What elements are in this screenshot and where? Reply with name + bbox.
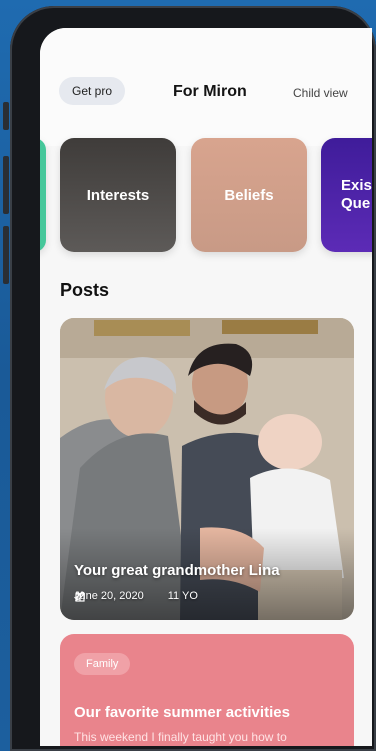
app-screen: Get pro For Miron Child view Interests B… xyxy=(40,28,372,746)
post-title: Our favorite summer activities xyxy=(74,704,290,721)
side-button-2 xyxy=(3,156,9,214)
phone-frame: Get pro For Miron Child view Interests B… xyxy=(10,6,376,751)
category-label: Exist Que xyxy=(341,177,372,212)
side-button-3 xyxy=(3,226,9,284)
post-title: Your great grandmother Lina xyxy=(74,562,280,579)
gift-icon xyxy=(75,591,85,602)
post-meta: June 20, 2020 11 YO xyxy=(74,590,198,602)
category-label: Beliefs xyxy=(224,186,274,204)
posts-heading: Posts xyxy=(60,280,110,300)
post-age: 11 YO xyxy=(167,590,198,602)
post-card-family[interactable]: Family Our favorite summer activities Th… xyxy=(60,634,354,746)
post-tag-badge: Family xyxy=(74,653,131,675)
category-card-beliefs[interactable]: Beliefs xyxy=(191,138,307,252)
category-card-partial[interactable] xyxy=(40,138,46,252)
category-card-interests[interactable]: Interests xyxy=(60,138,176,252)
category-label: Interests xyxy=(86,186,150,204)
get-pro-button[interactable]: Get pro xyxy=(59,77,125,105)
post-excerpt: This weekend I finally taught you how to xyxy=(74,730,287,744)
category-card-existential[interactable]: Exist Que xyxy=(321,138,372,252)
page-title: For Miron xyxy=(173,83,247,100)
child-view-button[interactable]: Child view xyxy=(293,86,348,100)
post-card-photo[interactable]: Your great grandmother Lina June 20, 202… xyxy=(60,318,354,620)
side-button-1 xyxy=(3,102,9,130)
